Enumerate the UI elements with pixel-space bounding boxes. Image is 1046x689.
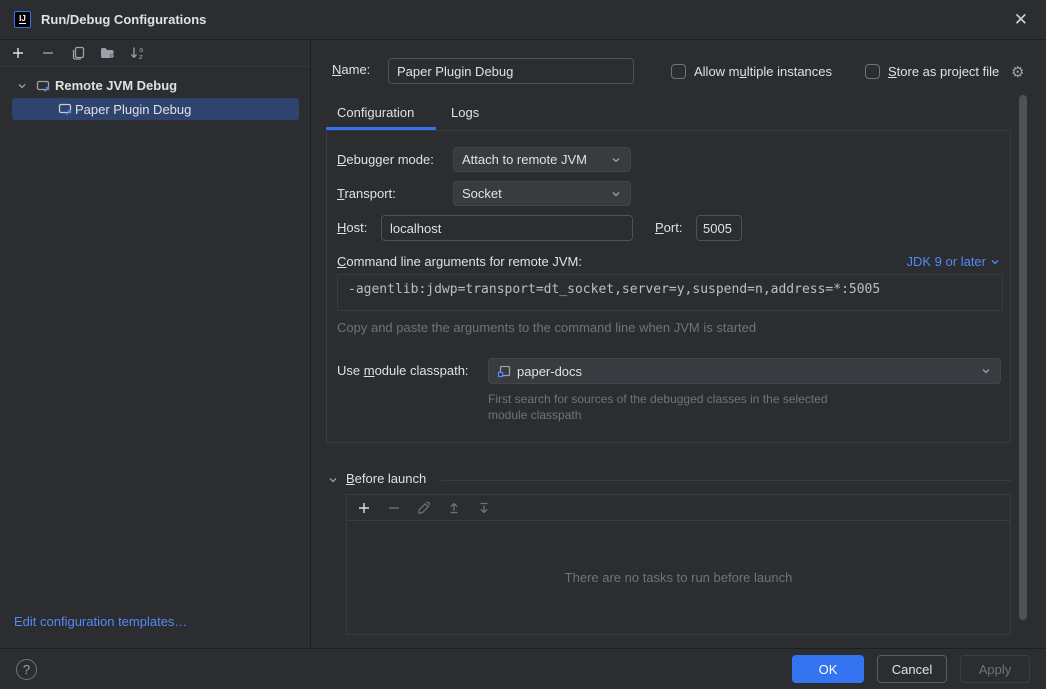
edit-icon[interactable]	[415, 499, 432, 516]
configuration-form-panel: Debugger mode: Attach to remote JVM Tran…	[326, 130, 1011, 443]
module-classpath-select[interactable]: paper-docs	[488, 358, 1001, 384]
chevron-down-icon	[610, 188, 622, 200]
configurations-tree: Remote JVM Debug Paper Plugin Debug	[0, 67, 310, 120]
dialog-footer: ? OK Cancel Apply	[0, 648, 1046, 689]
remove-icon[interactable]	[385, 499, 402, 516]
tree-group-label: Remote JVM Debug	[55, 78, 177, 93]
svg-text:z: z	[139, 53, 143, 61]
use-module-classpath-label: Use module classpath:	[337, 363, 469, 378]
jdk-version-selector[interactable]: JDK 9 or later	[907, 254, 1000, 269]
edit-configuration-templates-link[interactable]: Edit configuration templates…	[14, 614, 187, 629]
before-launch-separator	[441, 480, 1011, 481]
transport-label: Transport:	[337, 186, 396, 201]
new-folder-icon[interactable]	[99, 45, 116, 62]
remove-icon[interactable]	[39, 45, 56, 62]
module-classpath-hint-line1: First search for sources of the debugged…	[488, 392, 828, 406]
chevron-down-icon	[610, 154, 622, 166]
cancel-button[interactable]: Cancel	[877, 655, 947, 683]
tab-logs[interactable]: Logs	[451, 105, 479, 120]
debugger-mode-label: Debugger mode:	[337, 152, 434, 167]
help-icon[interactable]: ?	[16, 659, 37, 680]
chevron-down-icon[interactable]	[16, 80, 28, 92]
port-label: Port:	[655, 220, 682, 235]
ok-button[interactable]: OK	[792, 655, 864, 683]
name-input[interactable]	[388, 58, 634, 84]
store-as-project-file-label: Store as project file	[888, 64, 999, 79]
sidebar-toolbar: a z	[0, 40, 310, 67]
store-as-project-file-checkbox-row[interactable]: Store as project file	[865, 64, 999, 79]
command-line-arguments-value: -agentlib:jdwp=transport=dt_socket,serve…	[348, 282, 880, 297]
chevron-down-icon	[990, 257, 1000, 267]
port-input[interactable]	[696, 215, 742, 241]
module-classpath-hint-line2: module classpath	[488, 408, 581, 422]
name-label: Name:	[332, 62, 370, 77]
run-debug-configurations-dialog: IJ Run/Debug Configurations ✕	[0, 0, 1046, 689]
before-launch-collapse-chevron-icon[interactable]	[327, 474, 339, 486]
jdk-version-value: JDK 9 or later	[907, 254, 986, 269]
move-up-icon[interactable]	[445, 499, 462, 516]
tab-configuration[interactable]: Configuration	[337, 105, 414, 120]
before-launch-toolbar	[347, 495, 1010, 521]
add-icon[interactable]	[355, 499, 372, 516]
command-line-hint: Copy and paste the arguments to the comm…	[337, 320, 756, 335]
allow-multiple-instances-checkbox-row[interactable]: Allow multiple instances	[671, 64, 832, 79]
debugger-mode-select[interactable]: Attach to remote JVM	[453, 147, 631, 172]
module-classpath-value: paper-docs	[517, 364, 582, 379]
vertical-scrollbar[interactable]	[1019, 95, 1027, 620]
command-line-arguments-label: Command line arguments for remote JVM:	[337, 254, 582, 269]
tree-group-remote-jvm-debug[interactable]: Remote JVM Debug	[0, 74, 310, 97]
configurations-sidebar: a z Remote JVM Debug	[0, 40, 311, 648]
add-icon[interactable]	[9, 45, 26, 62]
intellij-logo-icon: IJ	[14, 11, 31, 28]
allow-multiple-instances-label: Allow multiple instances	[694, 64, 832, 79]
close-icon[interactable]: ✕	[1010, 9, 1032, 30]
copy-icon[interactable]	[69, 45, 86, 62]
apply-button[interactable]: Apply	[960, 655, 1030, 683]
module-icon	[497, 364, 511, 378]
chevron-down-icon	[980, 365, 992, 377]
before-launch-empty-text: There are no tasks to run before launch	[565, 570, 793, 585]
remote-debug-config-icon	[36, 79, 51, 93]
host-label: Host:	[337, 220, 367, 235]
transport-select[interactable]: Socket	[453, 181, 631, 206]
remote-debug-config-icon	[58, 102, 73, 116]
debugger-mode-value: Attach to remote JVM	[462, 152, 587, 167]
before-launch-label: Before launch	[346, 471, 426, 486]
dialog-title: Run/Debug Configurations	[41, 12, 206, 27]
tree-item-paper-plugin-debug[interactable]: Paper Plugin Debug	[12, 98, 299, 120]
move-down-icon[interactable]	[475, 499, 492, 516]
before-launch-tasks-panel: There are no tasks to run before launch	[346, 494, 1011, 635]
dialog-body: a z Remote JVM Debug	[0, 40, 1046, 648]
host-input[interactable]	[381, 215, 633, 241]
gear-icon[interactable]: ⚙	[1011, 64, 1024, 80]
transport-value: Socket	[462, 186, 502, 201]
sort-alphabetically-icon[interactable]: a z	[129, 45, 146, 62]
tree-item-label: Paper Plugin Debug	[75, 102, 191, 117]
title-bar: IJ Run/Debug Configurations ✕	[0, 0, 1046, 40]
configuration-editor: Name: Allow multiple instances Store as …	[311, 40, 1046, 648]
command-line-arguments-field[interactable]: -agentlib:jdwp=transport=dt_socket,serve…	[337, 274, 1003, 311]
store-as-project-file-checkbox[interactable]	[865, 64, 880, 79]
allow-multiple-instances-checkbox[interactable]	[671, 64, 686, 79]
